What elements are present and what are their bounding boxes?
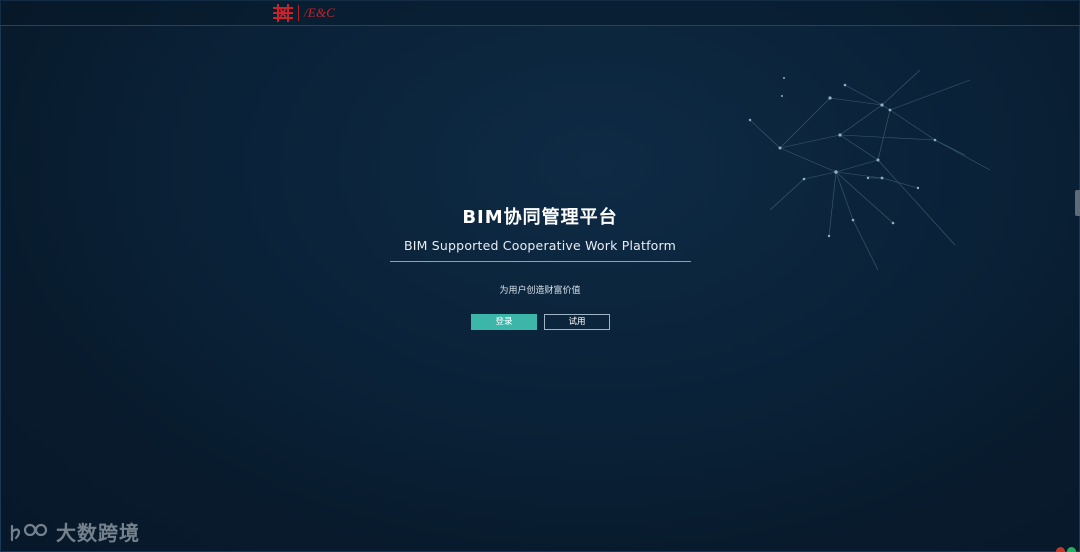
slogan-text: 为用户创造财富价值: [499, 286, 581, 296]
trial-button[interactable]: 试用: [544, 314, 610, 330]
green-indicator-icon: [1067, 547, 1076, 552]
watermark-text: 大数跨境: [56, 520, 140, 545]
side-scroll-handle[interactable]: [1075, 190, 1080, 216]
login-button[interactable]: 登录: [471, 314, 537, 330]
brand-logo[interactable]: /E&C: [273, 3, 335, 23]
top-bar: /E&C: [0, 0, 1080, 26]
page-title: BIM协同管理平台: [462, 207, 618, 228]
brand-logo-icon: [273, 4, 293, 22]
corner-indicators: [1056, 547, 1076, 552]
watermark: 大数跨境: [8, 516, 140, 546]
network-constellation: [748, 69, 991, 271]
action-buttons: 登录 试用: [471, 314, 610, 330]
hero-section: BIM协同管理平台 BIM Supported Cooperative Work…: [390, 206, 691, 262]
watermark-logo-icon: [10, 523, 48, 542]
brand-text: /E&C: [304, 5, 336, 20]
title-divider: [390, 261, 691, 262]
brand-divider: [298, 5, 299, 21]
page-subtitle: BIM Supported Cooperative Work Platform: [403, 238, 677, 253]
red-indicator-icon: [1056, 547, 1065, 552]
